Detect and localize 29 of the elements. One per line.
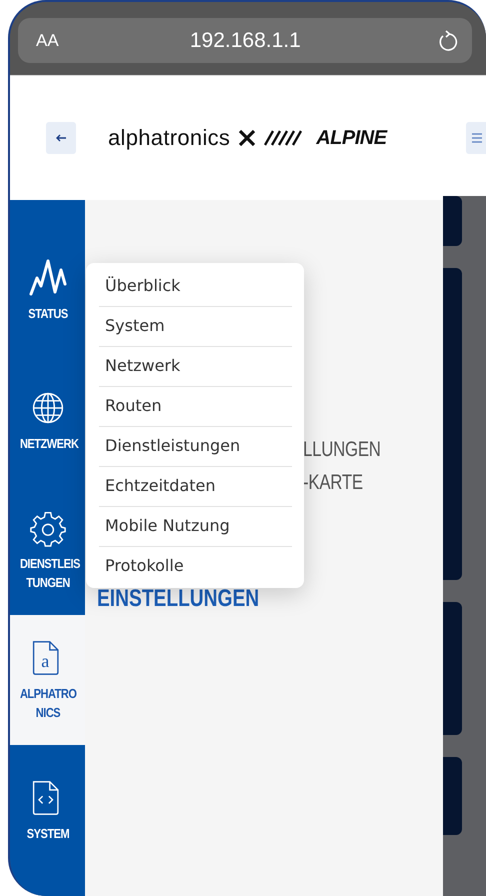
menu-button[interactable] [466, 122, 486, 154]
menu-item[interactable]: Überblick [99, 267, 292, 307]
menu-item[interactable]: System [99, 307, 292, 347]
menu-item[interactable]: Dienstleistungen [99, 427, 292, 467]
text-size-button[interactable]: AA [30, 26, 65, 54]
sidebar-item[interactable]: DIENSTLEIS TUNGEN [10, 485, 85, 615]
menu-item[interactable]: Routen [99, 387, 292, 427]
url-text: 192.168.1.1 [188, 28, 302, 52]
cross-icon [238, 130, 256, 146]
menu-icon [472, 133, 482, 143]
section-heading: EINSTELLUNGEN [97, 585, 260, 613]
logo-text: alphatronics [108, 125, 230, 151]
sidebar-item[interactable]: a ALPHATRO NICS [10, 615, 85, 745]
menu-item[interactable]: Mobile Nutzung [99, 507, 292, 547]
sidebar-item[interactable]: STATUS [10, 225, 85, 355]
section-title-text: LLUNGEN [303, 438, 381, 462]
card-background [443, 196, 462, 246]
sidebar-item[interactable]: SYSTEM [10, 745, 85, 875]
pulse-icon [28, 258, 68, 298]
section-title-text: -KARTE [303, 471, 363, 495]
address-bar[interactable]: AA 192.168.1.1 [18, 18, 472, 63]
menu-item[interactable]: Protokolle [99, 547, 292, 586]
sidebar-item[interactable]: NETZWERK [10, 355, 85, 485]
menu-item[interactable]: Echtzeitdaten [99, 467, 292, 507]
reload-icon [438, 30, 458, 52]
back-button[interactable] [46, 122, 76, 154]
brand-text: ALPINE [316, 126, 387, 150]
menu-item[interactable]: Netzwerk [99, 347, 292, 387]
arrow-left-icon [56, 134, 66, 142]
